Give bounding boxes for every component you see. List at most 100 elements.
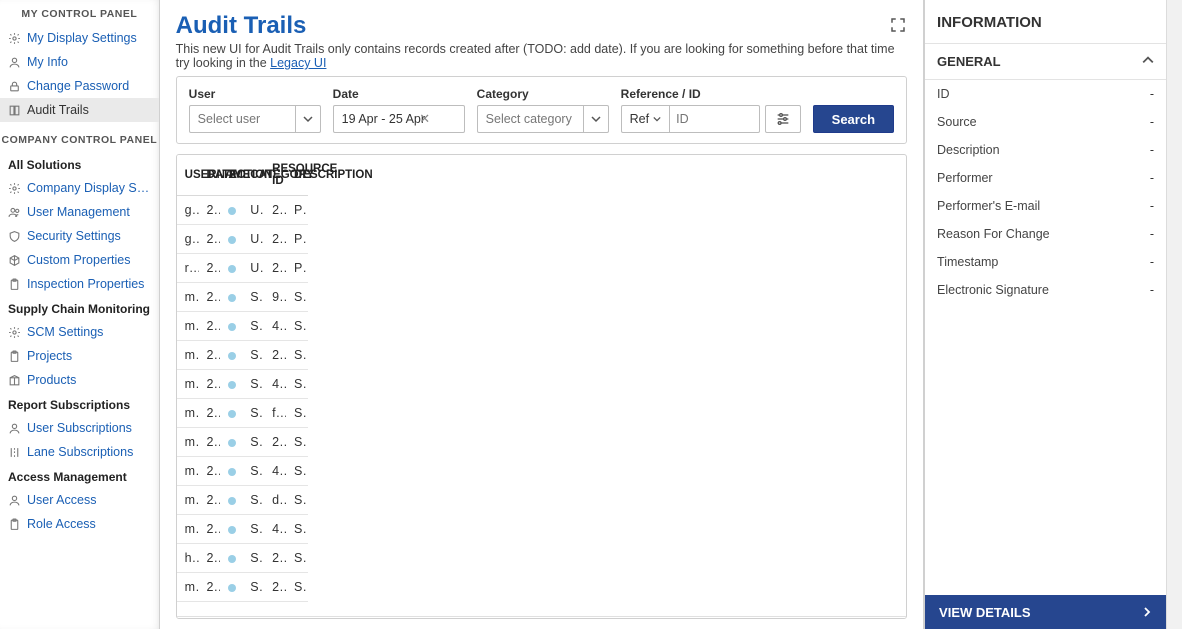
gear-icon — [8, 326, 21, 339]
sidebar-item-role-access[interactable]: Role Access — [0, 512, 159, 536]
sidebar-group-access-management: Access Management — [0, 464, 159, 488]
cell-description: Shipment inspected. — [286, 283, 308, 312]
table-row[interactable]: michal@common-validates…2023-04-21, 04:3… — [177, 457, 308, 486]
cell-resource-id: 2165125 — [264, 428, 286, 457]
sidebar-group-report-subscriptions: Report Subscriptions — [0, 392, 159, 416]
table-row[interactable]: michal@common-validates…2023-04-21, 04:3… — [177, 341, 308, 370]
cell-description: Shipment inspected. — [286, 370, 308, 399]
cell-username: michal@common-validates… — [177, 283, 199, 312]
legacy-ui-link[interactable]: Legacy UI — [270, 56, 326, 70]
sidebar-item-label: Change Password — [27, 79, 129, 93]
fullscreen-icon[interactable] — [889, 16, 907, 37]
cell-username: michal@common-validates… — [177, 457, 199, 486]
ref-id-input[interactable] — [670, 105, 760, 133]
ref-type-select[interactable]: Ref — [621, 105, 670, 133]
cell-username: grzegorz@common — [177, 225, 199, 254]
info-row: Electronic Signature- — [925, 276, 1166, 304]
cell-action: Updated — [220, 312, 242, 341]
info-value: - — [1150, 227, 1154, 241]
cell-category: User — [242, 225, 264, 254]
cell-action: Updated — [220, 457, 242, 486]
table-row[interactable]: michal@common-validates…2023-04-21, 04:3… — [177, 312, 308, 341]
chevron-down-icon[interactable] — [295, 105, 321, 133]
cell-username: michal@common-validates… — [177, 573, 199, 602]
search-button[interactable]: Search — [813, 105, 894, 133]
status-dot-icon — [228, 381, 236, 389]
status-dot-icon — [228, 265, 236, 273]
table-row[interactable]: michal@common-validates…2023-04-21, 04:3… — [177, 573, 308, 602]
sidebar-item-label: Security Settings — [27, 229, 121, 243]
status-dot-icon — [228, 439, 236, 447]
table-row[interactable]: michal@common-validates…2023-04-21, 04:3… — [177, 486, 308, 515]
sidebar-item-label: Custom Properties — [27, 253, 131, 267]
table-row[interactable]: grzegorz@common2023-04-24, 07:39 AMUpdat… — [177, 225, 308, 254]
column-header[interactable]: USERNAME — [177, 155, 199, 196]
page-subtitle: This new UI for Audit Trails only contai… — [176, 42, 907, 70]
cell-date: 2023-04-21, 04:37 PM — [199, 341, 221, 370]
sidebar-item-label: Company Display Settings — [27, 181, 151, 195]
lane-icon — [8, 446, 21, 459]
clear-date-icon[interactable]: ✕ — [415, 105, 435, 133]
sidebar-section-company: COMPANY CONTROL PANEL — [0, 128, 159, 152]
status-dot-icon — [228, 526, 236, 534]
table-row[interactable]: michal@common-validates…2023-04-21, 04:3… — [177, 428, 308, 457]
info-row: Performer- — [925, 164, 1166, 192]
sidebar-item-label: User Subscriptions — [27, 421, 132, 435]
book-icon — [8, 104, 21, 117]
cell-resource-id: f0a9eeb4-0bd1-4026-b… — [264, 399, 286, 428]
cell-resource-id: 4444 — [264, 312, 286, 341]
status-dot-icon — [228, 323, 236, 331]
cell-date: 2023-04-21, 04:37 PM — [199, 486, 221, 515]
sidebar-item-label: My Display Settings — [27, 31, 137, 45]
cell-action: Updated — [220, 370, 242, 399]
sidebar-item-user-management[interactable]: User Management — [0, 200, 159, 224]
view-details-button[interactable]: VIEW DETAILS — [925, 595, 1166, 629]
sidebar-item-audit-trails[interactable]: Audit Trails — [0, 98, 159, 122]
sidebar-item-security-settings[interactable]: Security Settings — [0, 224, 159, 248]
sidebar-item-label: My Info — [27, 55, 68, 69]
chevron-down-icon[interactable] — [583, 105, 609, 133]
sidebar-item-my-info[interactable]: My Info — [0, 50, 159, 74]
table-row[interactable]: michal@common-validates…2023-04-21, 04:3… — [177, 370, 308, 399]
table-row[interactable]: hafthor@common2023-04-21, 04:37 PMUpdate… — [177, 544, 308, 573]
page-scrollbar[interactable] — [1166, 0, 1182, 629]
table-row[interactable]: grzegorz@common2023-04-24, 07:51 AMUpdat… — [177, 196, 308, 225]
sidebar-item-inspection-properties[interactable]: Inspection Properties — [0, 272, 159, 296]
table-row[interactable]: radek@common2023-04-24, 07:37 AMUpdatedU… — [177, 254, 308, 283]
sidebar-item-label: User Management — [27, 205, 130, 219]
cell-resource-id: 4444 — [264, 457, 286, 486]
cell-username: radek@common — [177, 254, 199, 283]
sidebar-item-my-display-settings[interactable]: My Display Settings — [0, 26, 159, 50]
status-dot-icon — [228, 584, 236, 592]
sidebar-item-projects[interactable]: Projects — [0, 344, 159, 368]
cell-category: Shipment — [242, 428, 264, 457]
status-dot-icon — [228, 352, 236, 360]
sidebar-item-user-subscriptions[interactable]: User Subscriptions — [0, 416, 159, 440]
clipboard-icon — [8, 278, 21, 291]
advanced-filters-button[interactable] — [765, 105, 801, 133]
info-key: Timestamp — [937, 255, 998, 269]
user-icon — [8, 494, 21, 507]
cell-resource-id: 2165125 — [264, 341, 286, 370]
status-dot-icon — [228, 497, 236, 505]
table-row[interactable]: michal@common-validates…2023-04-21, 04:3… — [177, 283, 308, 312]
cell-action: Updated — [220, 399, 242, 428]
sidebar-item-custom-properties[interactable]: Custom Properties — [0, 248, 159, 272]
general-accordion-header[interactable]: GENERAL — [925, 43, 1166, 80]
sidebar-item-company-display-settings[interactable]: Company Display Settings — [0, 176, 159, 200]
status-dot-icon — [228, 468, 236, 476]
cell-resource-id: 4444 — [264, 370, 286, 399]
sidebar-item-products[interactable]: Products — [0, 368, 159, 392]
cell-resource-id: 29980 — [264, 254, 286, 283]
sidebar-item-change-password[interactable]: Change Password — [0, 74, 159, 98]
date-range-input[interactable]: 19 Apr - 25 Apr — [333, 105, 465, 133]
table-row[interactable]: michal@common-validates…2023-04-21, 04:3… — [177, 515, 308, 544]
sidebar-item-user-access[interactable]: User Access — [0, 488, 159, 512]
sidebar-item-scm-settings[interactable]: SCM Settings — [0, 320, 159, 344]
cell-action: Updated — [220, 283, 242, 312]
sidebar-item-label: Projects — [27, 349, 72, 363]
cell-date: 2023-04-24, 07:51 AM — [199, 196, 221, 225]
sidebar-item-lane-subscriptions[interactable]: Lane Subscriptions — [0, 440, 159, 464]
table-row[interactable]: michal@common-validates…2023-04-21, 04:3… — [177, 399, 308, 428]
cell-category: Shipment — [242, 341, 264, 370]
